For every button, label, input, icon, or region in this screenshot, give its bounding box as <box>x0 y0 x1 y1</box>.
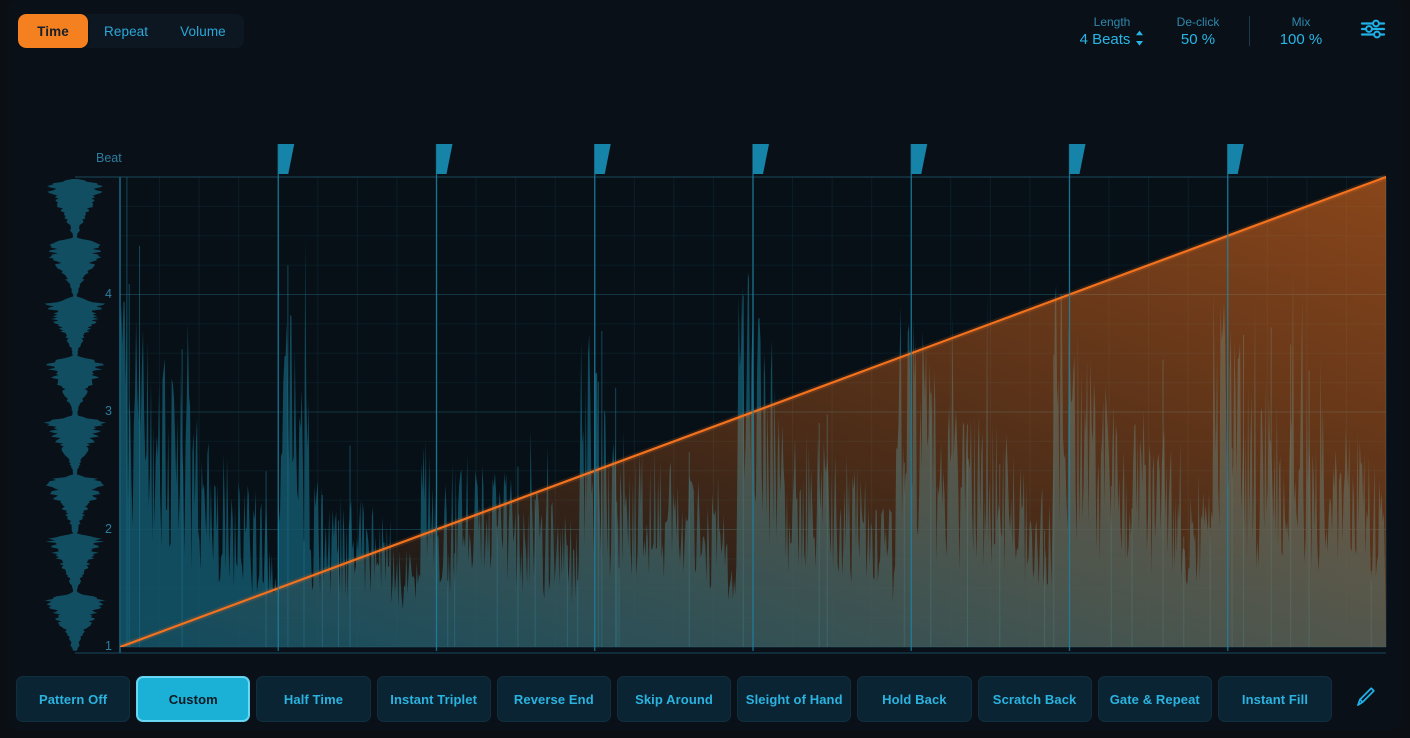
stepper-updown-svg <box>1136 30 1144 46</box>
pencil-icon <box>1353 684 1379 715</box>
pencil-icon-svg <box>1357 686 1375 706</box>
tab-time[interactable]: Time <box>18 14 88 48</box>
time-warp-plot[interactable] <box>8 62 1402 668</box>
y-axis-tick-label: 3 <box>105 404 112 418</box>
pattern-button-sleight-of-hand[interactable]: Sleight of Hand <box>737 676 852 722</box>
time-warp-editor: Time Repeat Volume Length 4 Beats De-cli… <box>0 0 1410 738</box>
param-length-value-text: 4 Beats <box>1079 30 1131 48</box>
sliders-icon <box>1360 18 1386 45</box>
pattern-button-label: Half Time <box>283 691 344 707</box>
pattern-button-half-time[interactable]: Half Time <box>256 676 371 722</box>
tab-volume[interactable]: Volume <box>164 14 242 48</box>
settings-button[interactable] <box>1354 12 1392 50</box>
stepper-updown-icon[interactable] <box>1135 30 1144 50</box>
pattern-button-label: Pattern Off <box>38 691 108 707</box>
pattern-button-scratch-back[interactable]: Scratch Back <box>977 676 1092 722</box>
pattern-button-label: Hold Back <box>882 691 947 707</box>
pattern-button-skip-around[interactable]: Skip Around <box>616 676 732 722</box>
pattern-button-label: Gate & Repeat <box>1109 691 1200 707</box>
y-axis-tick-label: 2 <box>105 521 112 536</box>
pattern-button-instant-fill[interactable]: Instant Fill <box>1217 676 1333 722</box>
tab-repeat[interactable]: Repeat <box>88 14 164 48</box>
param-length-value[interactable]: 4 Beats <box>1079 30 1145 50</box>
pattern-button-label: Instant Fill <box>1241 691 1309 707</box>
param-length-label: Length <box>1093 14 1131 29</box>
pattern-button-label: Skip Around <box>635 691 713 707</box>
tab-volume-label: Volume <box>180 23 226 39</box>
pattern-button-label: Scratch Back <box>992 691 1077 707</box>
pattern-button-label: Instant Triplet <box>390 691 478 707</box>
param-declick-value[interactable]: 50 % <box>1181 31 1215 49</box>
toolbar: Time Repeat Volume Length 4 Beats De-cli… <box>8 0 1402 62</box>
toolbar-divider <box>1249 16 1250 46</box>
param-length[interactable]: Length 4 Beats <box>1069 14 1155 49</box>
mode-tab-group: Time Repeat Volume <box>18 14 244 48</box>
y-axis-title: Beat <box>96 151 122 165</box>
pattern-button-instant-triplet[interactable]: Instant Triplet <box>376 676 491 722</box>
parameter-group: Length 4 Beats De-click 50 % Mix 100 % <box>1069 12 1396 50</box>
y-axis-tick-label: 4 <box>105 286 112 301</box>
edit-pattern-button[interactable] <box>1338 676 1394 722</box>
y-axis-tick-label: 1 <box>105 639 112 653</box>
param-mix-value[interactable]: 100 % <box>1280 31 1323 49</box>
pattern-button-group: Pattern Off Custom Half Time Instant Triple… <box>16 676 1333 722</box>
chart-inner: Beat 1234 11.522.533.544.5 <box>8 62 1402 668</box>
pattern-bar: Pattern Off Custom Half Time Instant Triple… <box>8 668 1402 730</box>
pattern-button-label: Custom <box>168 691 218 707</box>
tab-time-label: Time <box>37 23 69 39</box>
pattern-button-reverse-end[interactable]: Reverse End <box>496 676 611 722</box>
param-declick-label: De-click <box>1176 14 1220 29</box>
tab-repeat-label: Repeat <box>104 23 149 39</box>
param-mix-label: Mix <box>1291 14 1311 29</box>
pattern-button-gate-repeat[interactable]: Gate & Repeat <box>1097 676 1212 722</box>
pattern-button-hold-back[interactable]: Hold Back <box>857 676 972 722</box>
sliders-icon-svg <box>1360 19 1386 38</box>
pattern-button-label: Sleight of Hand <box>745 691 843 707</box>
pattern-button-custom[interactable]: Custom <box>136 676 251 722</box>
warp-canvas[interactable]: Beat 1234 11.522.533.544.5 <box>8 62 1402 668</box>
param-mix[interactable]: Mix 100 % <box>1258 14 1344 49</box>
pattern-button-label: Reverse End <box>513 691 594 707</box>
pattern-button-pattern-off[interactable]: Pattern Off <box>16 676 131 722</box>
param-declick[interactable]: De-click 50 % <box>1155 14 1241 49</box>
